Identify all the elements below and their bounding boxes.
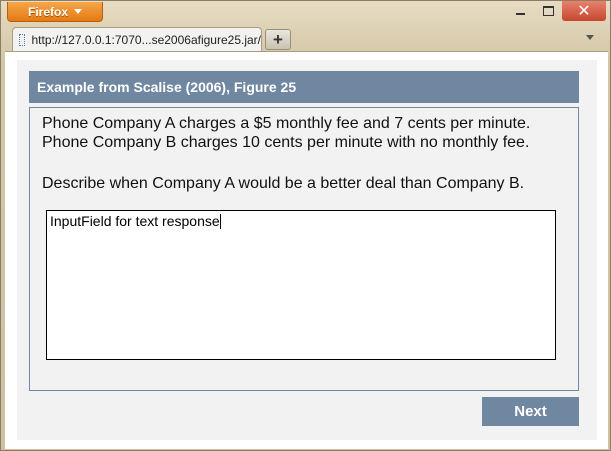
browser-window: Firefox ✕ http://127.0.0.1:7070...se2006…: [0, 0, 611, 451]
close-window-button[interactable]: ✕: [562, 1, 606, 21]
next-button[interactable]: Next: [482, 397, 579, 426]
plus-icon: +: [273, 29, 283, 49]
firefox-menu-button[interactable]: Firefox: [7, 2, 103, 22]
minimize-button[interactable]: [506, 1, 534, 21]
list-all-tabs-icon[interactable]: [586, 35, 594, 40]
page-icon: [19, 33, 26, 46]
question-box: Phone Company A charges a $5 monthly fee…: [29, 107, 579, 391]
tab-title: http://127.0.0.1:7070...se2006afigure25.…: [31, 32, 261, 47]
item-panel: Example from Scalise (2006), Figure 25 P…: [17, 60, 597, 440]
item-title-bar: Example from Scalise (2006), Figure 25: [29, 71, 579, 103]
page-viewport: Example from Scalise (2006), Figure 25 P…: [5, 51, 608, 449]
browser-tab[interactable]: http://127.0.0.1:7070...se2006afigure25.…: [12, 27, 262, 51]
prompt-line-2: Phone Company B charges 10 cents per min…: [42, 134, 530, 151]
maximize-icon: [542, 6, 554, 16]
minimize-icon: [515, 13, 525, 15]
prompt-line-1: Phone Company A charges a $5 monthly fee…: [42, 115, 531, 132]
question-text: Describe when Company A would be a bette…: [42, 175, 525, 192]
next-button-label: Next: [514, 403, 547, 420]
new-tab-button[interactable]: +: [265, 29, 291, 50]
item-title: Example from Scalise (2006), Figure 25: [37, 79, 297, 95]
response-text: InputField for text response: [50, 213, 220, 229]
firefox-menu-label: Firefox: [27, 4, 68, 19]
text-response-input[interactable]: InputField for text response: [46, 210, 556, 360]
text-caret: [219, 214, 221, 229]
maximize-button[interactable]: [534, 1, 562, 21]
close-icon: ✕: [577, 3, 591, 20]
dropdown-arrow-icon: [74, 9, 82, 14]
window-controls: ✕: [506, 1, 606, 23]
